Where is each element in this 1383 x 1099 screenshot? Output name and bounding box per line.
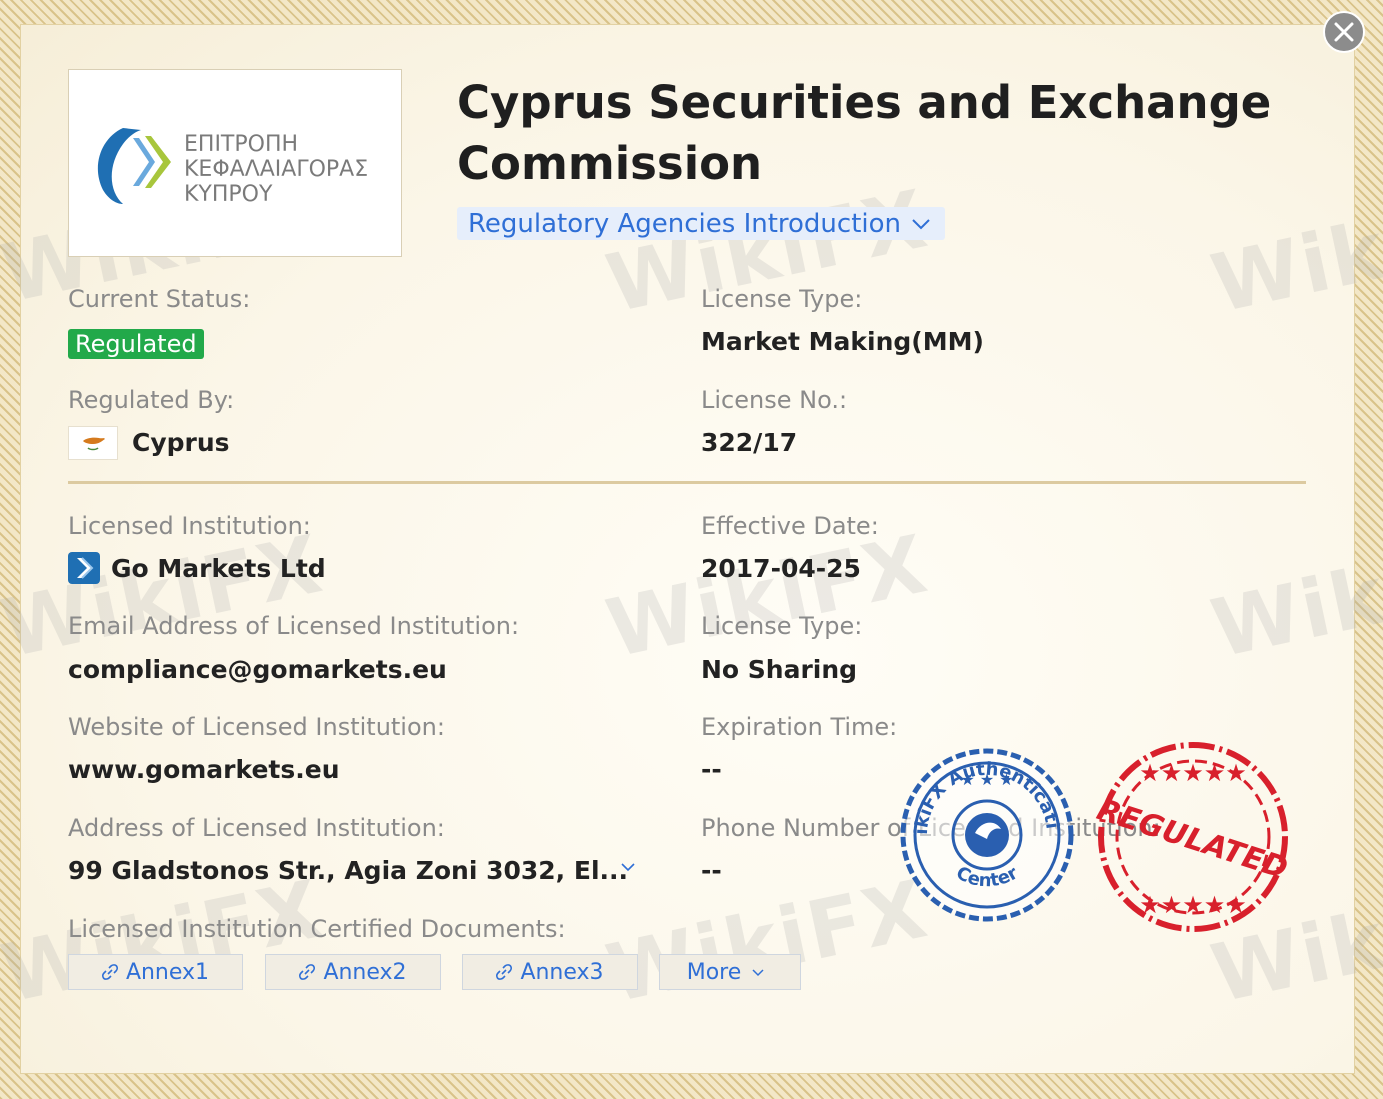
annex3-label: Annex3: [520, 959, 604, 985]
website-label: Website of Licensed Institution:: [68, 713, 445, 741]
more-label: More: [686, 959, 742, 985]
regulator-logo: ΕΠΙΤΡΟΠΗ ΚΕΦΑΛΑΙΑΓΟΡΑΣ ΚΥΠΡΟΥ: [68, 69, 402, 257]
documents-label: Licensed Institution Certified Documents…: [68, 915, 566, 943]
regulated-stamp: ★★★★★ ★★★★★ REGULATED: [1093, 742, 1292, 932]
license-no-label: License No.:: [701, 386, 848, 414]
address-expand-chevron-icon[interactable]: [620, 862, 636, 872]
regulated-by-label: Regulated By:: [68, 386, 235, 414]
effective-date-label: Effective Date:: [701, 512, 879, 540]
link-icon: [101, 964, 118, 980]
go-markets-logo-icon: [68, 552, 100, 584]
link-icon: [299, 964, 316, 980]
cysec-emblem-icon: [97, 128, 171, 204]
cyprus-flag-icon: [68, 426, 118, 460]
licensed-institution-value: Go Markets Ltd: [111, 554, 326, 583]
section-divider: [68, 481, 1306, 484]
license-type-2-value: No Sharing: [701, 655, 858, 684]
annex1-label: Annex1: [125, 959, 210, 985]
regulated-by-value: Cyprus: [132, 428, 230, 457]
regulated-stamp-text: REGULATED: [1093, 792, 1292, 886]
annex2-label: Annex2: [323, 959, 407, 985]
website-value: www.gomarkets.eu: [68, 755, 340, 784]
chevron-down-icon: [912, 218, 930, 229]
annex1-button[interactable]: Annex1: [68, 954, 243, 990]
regulator-logo-text: ΕΠΙΤΡΟΠΗ ΚΕΦΑΛΑΙΑΓΟΡΑΣ ΚΥΠΡΟΥ: [184, 132, 369, 207]
status-badge: Regulated: [68, 329, 204, 359]
address-value: 99 Gladstonos Str., Agia Zoni 3032, El..…: [68, 856, 629, 885]
link-icon: [496, 964, 513, 980]
license-type-value: Market Making(MM): [701, 327, 984, 356]
address-label: Address of Licensed Institution:: [68, 814, 445, 842]
license-no-value: 322/17: [701, 428, 798, 457]
regulatory-intro-toggle[interactable]: Regulatory Agencies Introduction: [457, 207, 946, 240]
more-documents-button[interactable]: More: [659, 954, 801, 990]
expiration-label: Expiration Time:: [701, 713, 898, 741]
chevron-down-icon: [752, 968, 764, 976]
close-button[interactable]: [1323, 11, 1365, 53]
license-type-label: License Type:: [701, 285, 863, 313]
wikifx-authentication-stamp: WikiFX Authentication Center ★ ★ ★: [895, 743, 1074, 922]
regulatory-intro-label: Regulatory Agencies Introduction: [468, 208, 902, 239]
current-status-label: Current Status:: [68, 285, 251, 313]
page-title: Cyprus Securities and Exchange Commissio…: [457, 76, 1272, 190]
phone-value: --: [701, 856, 722, 885]
email-label: Email Address of Licensed Institution:: [68, 612, 520, 640]
license-type-2-label: License Type:: [701, 612, 863, 640]
svg-text:★★★★★: ★★★★★: [1139, 759, 1247, 787]
licensed-institution-label: Licensed Institution:: [68, 512, 311, 540]
expiration-value: --: [701, 755, 722, 784]
email-value: compliance@gomarkets.eu: [68, 655, 447, 684]
annex2-button[interactable]: Annex2: [265, 954, 441, 990]
close-icon: [1334, 22, 1354, 42]
svg-text:★ ★ ★: ★ ★ ★: [960, 770, 1013, 789]
effective-date-value: 2017-04-25: [701, 554, 861, 583]
annex3-button[interactable]: Annex3: [462, 954, 638, 990]
svg-text:★★★★★: ★★★★★: [1139, 891, 1247, 919]
